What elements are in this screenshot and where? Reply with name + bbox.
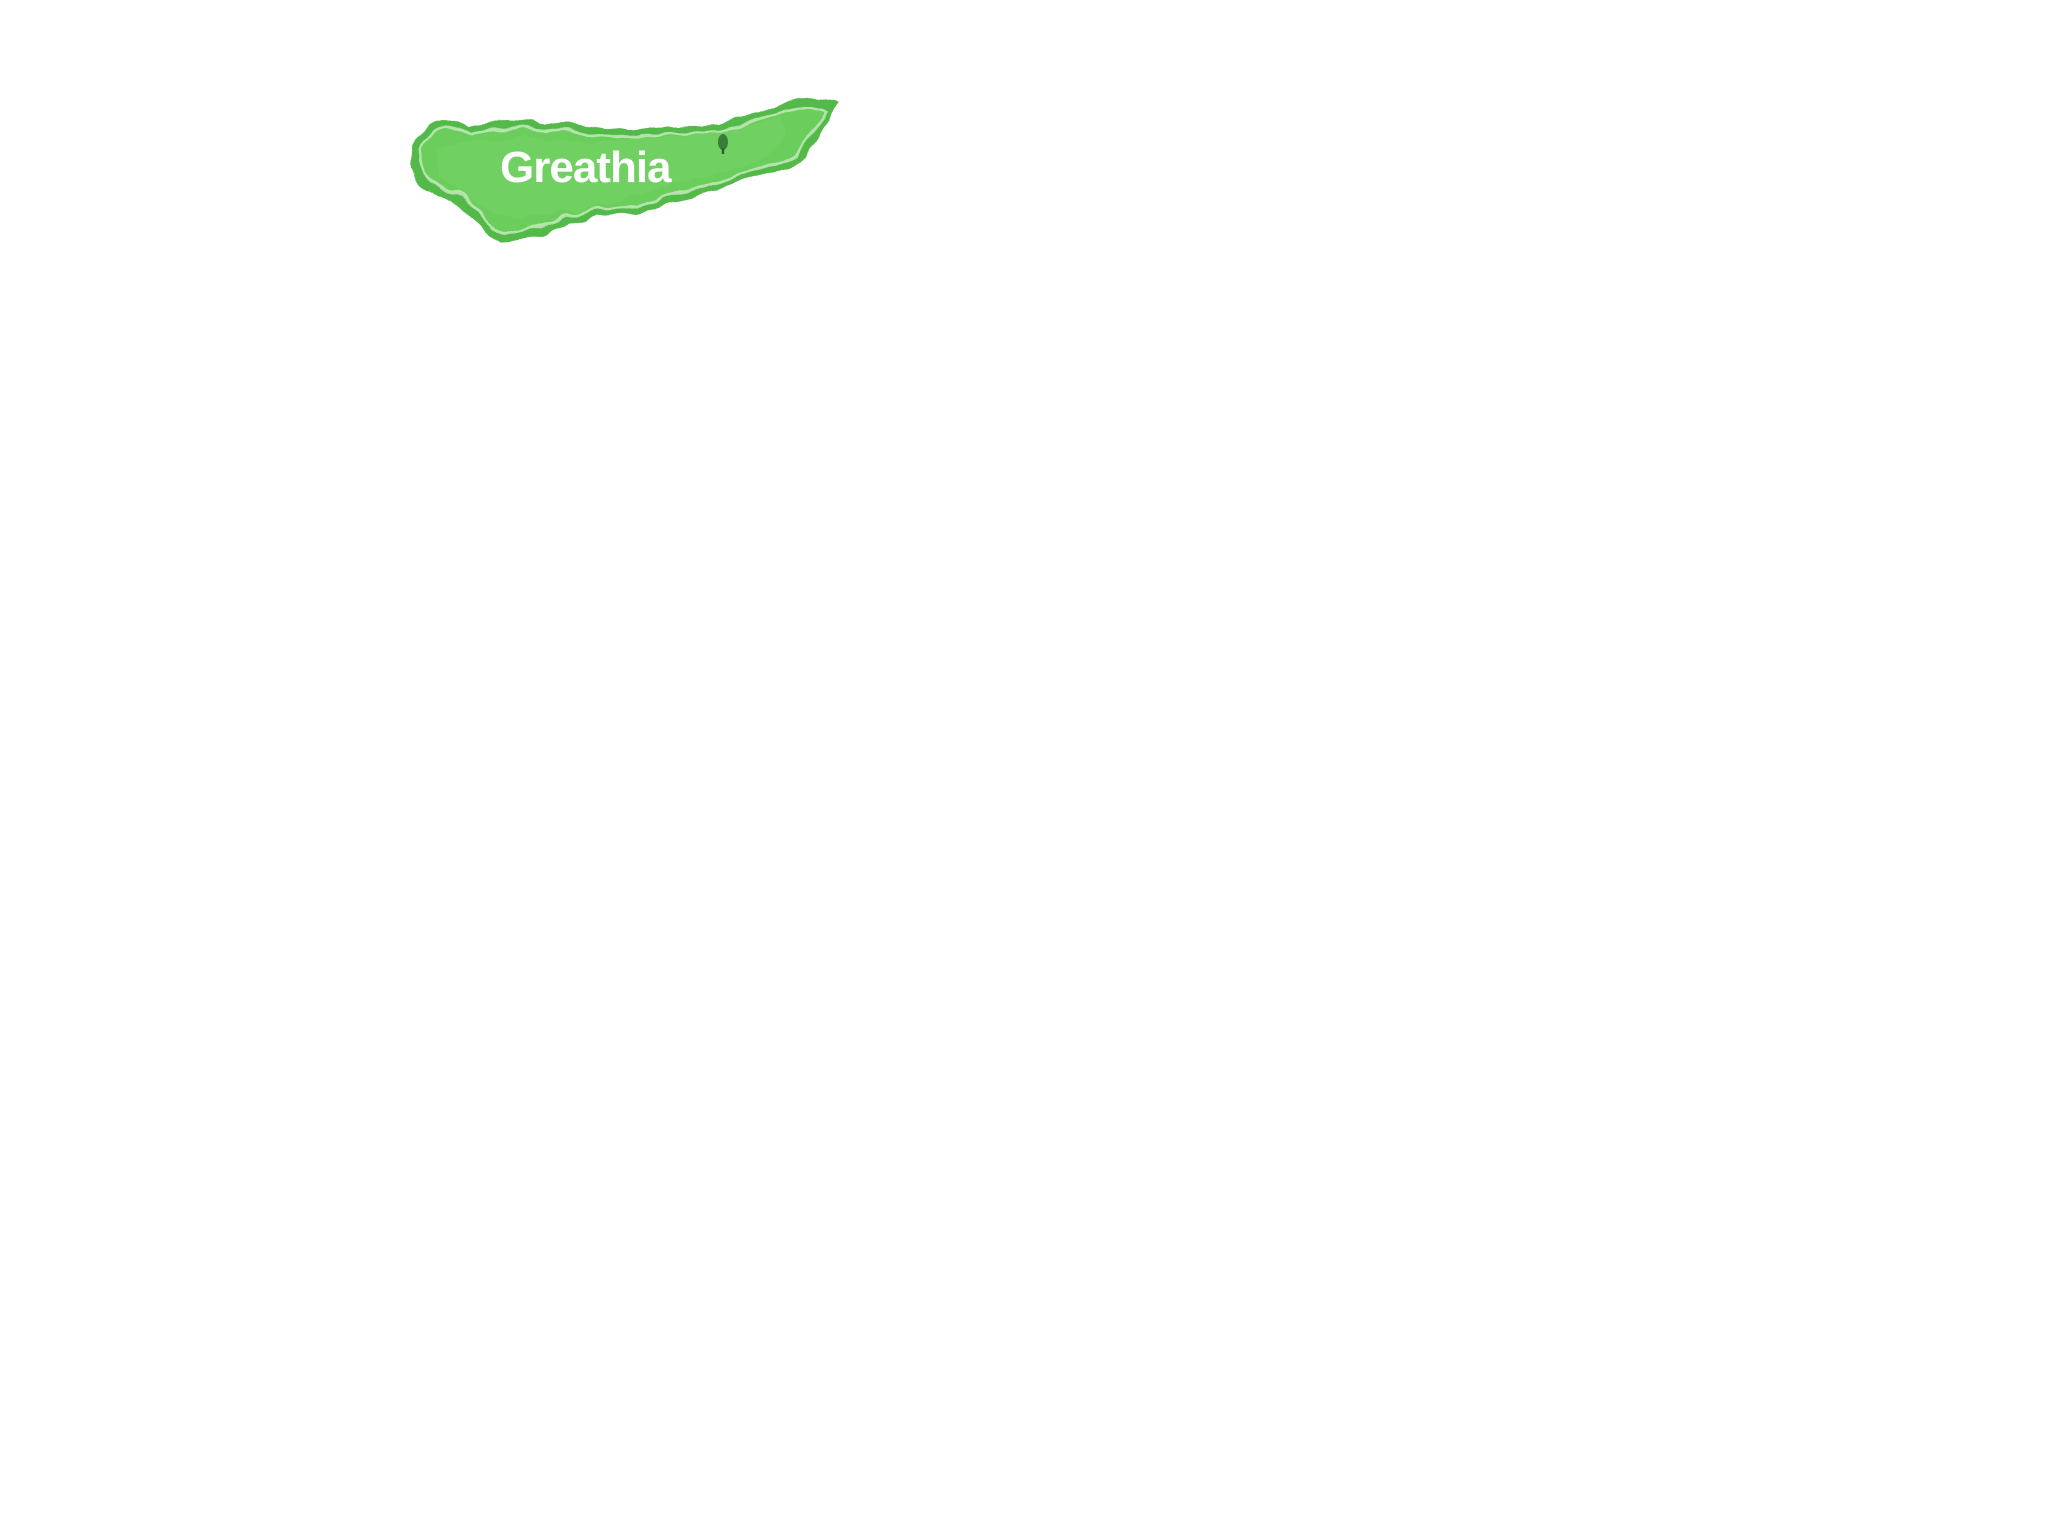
region-label: Greathia — [500, 143, 672, 192]
map-canvas: Greathia — [0, 0, 2048, 1536]
region-greathia[interactable]: Greathia — [410, 95, 840, 244]
map-svg: Greathia — [410, 95, 840, 244]
